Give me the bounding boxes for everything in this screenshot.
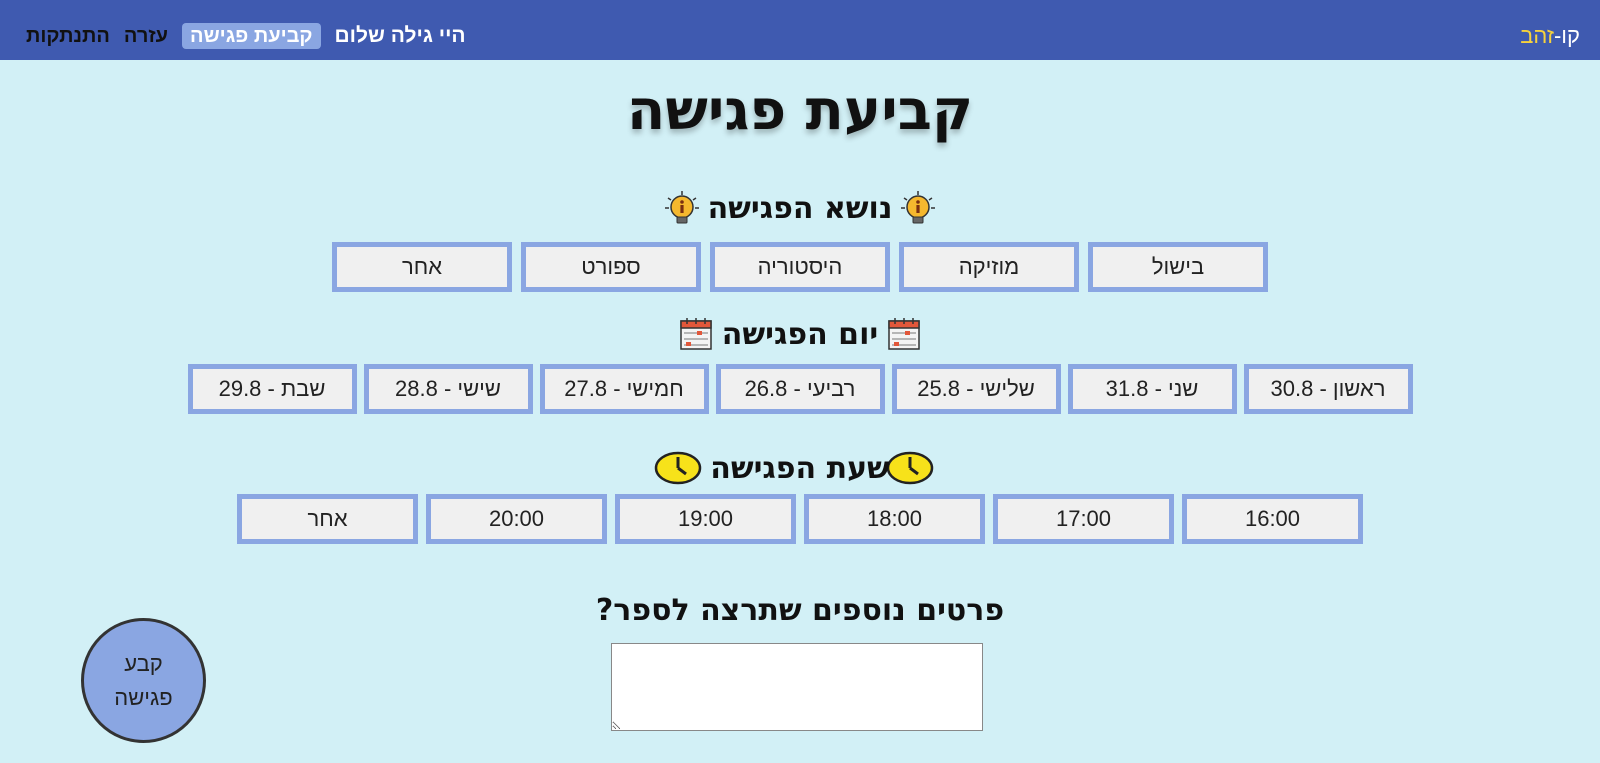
time-section-title: שעת הפגישה: [0, 450, 1600, 486]
topic-option-other[interactable]: אחר: [332, 242, 512, 292]
details-title: פרטים נוספים שתרצה לספר?: [595, 593, 1005, 628]
time-option-other[interactable]: אחר: [237, 494, 418, 544]
nav-link-logout[interactable]: התנתקות: [26, 25, 110, 48]
details-textarea[interactable]: [611, 643, 983, 731]
top-navbar: קו-זהב היי גילה שלום קביעת פגישה עזרה הת…: [0, 0, 1600, 60]
brand-logo[interactable]: קו-זהב: [1520, 0, 1580, 60]
topic-section-title: נושא הפגישה: [0, 190, 1600, 226]
lightbulb-info-icon: [900, 190, 936, 226]
day-option-saturday[interactable]: שבת - 29.8: [187, 364, 357, 414]
topic-option-music[interactable]: מוזיקה: [899, 242, 1079, 292]
day-option-tuesday[interactable]: שלישי - 25.8: [891, 364, 1061, 414]
calendar-icon: [886, 316, 922, 352]
topic-option-cooking[interactable]: בישול: [1088, 242, 1268, 292]
day-title-text: יום הפגישה: [721, 316, 879, 352]
nav-link-schedule-meeting[interactable]: קביעת פגישה: [182, 23, 321, 49]
nav-links: היי גילה שלום קביעת פגישה עזרה התנתקות: [26, 22, 466, 50]
topic-option-history[interactable]: היסטוריה: [710, 242, 890, 292]
time-title-text: שעת הפגישה: [710, 450, 890, 486]
time-option-1700[interactable]: 17:00: [993, 494, 1174, 544]
page-title: קביעת פגישה: [626, 78, 974, 143]
brand-prefix: קו-: [1553, 23, 1580, 48]
brand-gold: זהב: [1520, 23, 1554, 48]
day-option-sunday[interactable]: ראשון - 30.8: [1243, 364, 1413, 414]
day-section-title: יום הפגישה: [0, 316, 1600, 352]
clock-icon: [654, 450, 702, 486]
nav-link-help[interactable]: עזרה: [124, 25, 168, 48]
time-option-1800[interactable]: 18:00: [804, 494, 985, 544]
clock-icon: [886, 450, 934, 486]
time-option-2000[interactable]: 20:00: [426, 494, 607, 544]
time-options: 16:00 17:00 18:00 19:00 20:00 אחר: [0, 494, 1600, 544]
day-option-friday[interactable]: שישי - 28.8: [363, 364, 533, 414]
day-options: ראשון - 30.8 שני - 31.8 שלישי - 25.8 רבי…: [0, 364, 1600, 414]
day-option-wednesday[interactable]: רביעי - 26.8: [715, 364, 885, 414]
day-option-thursday[interactable]: חמישי - 27.8: [539, 364, 709, 414]
time-option-1900[interactable]: 19:00: [615, 494, 796, 544]
lightbulb-info-icon: [664, 190, 700, 226]
topic-option-sport[interactable]: ספורט: [521, 242, 701, 292]
schedule-meeting-button[interactable]: קבע פגישה: [81, 618, 206, 743]
topic-title-text: נושא הפגישה: [707, 190, 893, 226]
time-option-1600[interactable]: 16:00: [1182, 494, 1363, 544]
topic-options: בישול מוזיקה היסטוריה ספורט אחר: [0, 242, 1600, 292]
day-option-monday[interactable]: שני - 31.8: [1067, 364, 1237, 414]
calendar-icon: [678, 316, 714, 352]
greeting-text: היי גילה שלום: [334, 24, 466, 47]
